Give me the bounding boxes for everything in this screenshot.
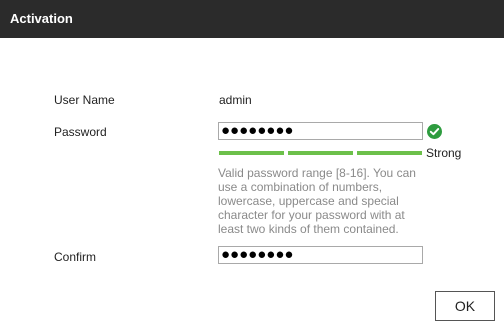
username-label: User Name [54, 93, 115, 107]
check-circle-icon [427, 124, 442, 139]
username-value: admin [219, 93, 252, 107]
strength-bar-segment [288, 151, 353, 155]
strength-bar-segment [219, 151, 284, 155]
activation-dialog: Activation User Name admin Password ●●●●… [0, 0, 504, 329]
title-bar: Activation [0, 0, 504, 38]
dialog-title: Activation [10, 11, 73, 26]
confirm-label: Confirm [54, 250, 97, 264]
password-label: Password [54, 125, 107, 139]
password-input[interactable]: ●●●●●●●● [218, 122, 423, 140]
strength-bar-segment [357, 151, 422, 155]
password-hint: Valid password range [8-16]. You can use… [218, 166, 416, 236]
confirm-password-input[interactable]: ●●●●●●●● [218, 246, 423, 264]
strength-label: Strong [426, 146, 462, 160]
ok-button[interactable]: OK [435, 291, 495, 321]
